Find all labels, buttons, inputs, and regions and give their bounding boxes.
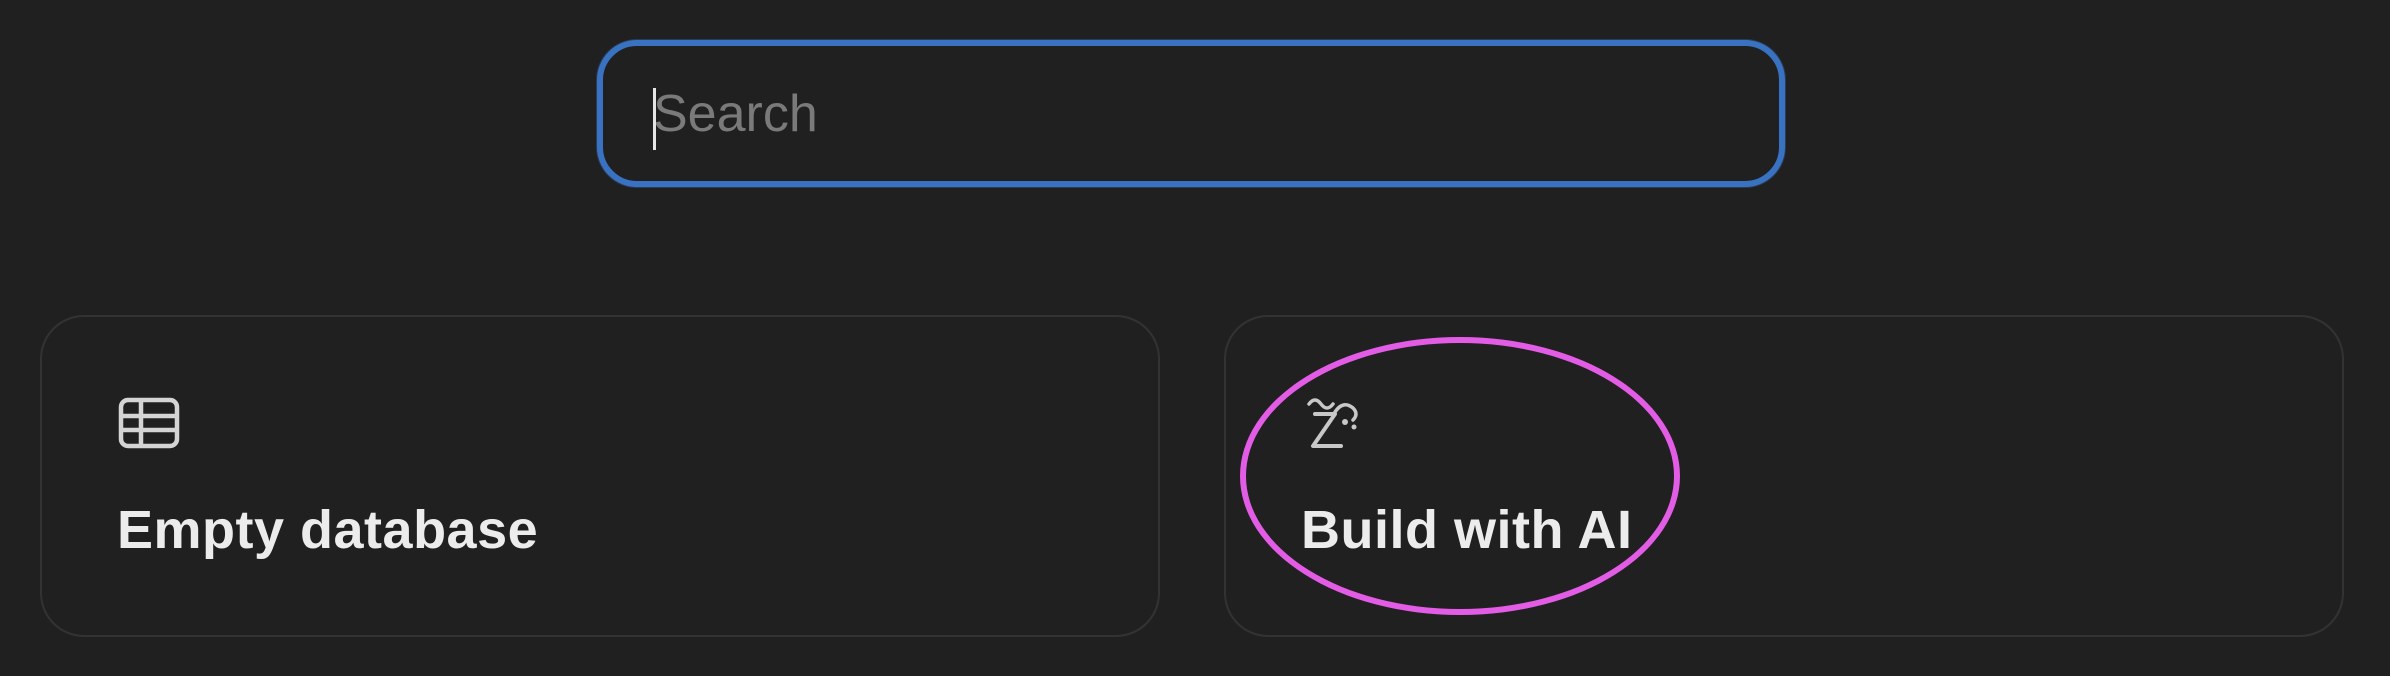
empty-database-label: Empty database xyxy=(117,500,539,560)
build-with-ai-option[interactable]: Build with AI xyxy=(1224,315,2344,637)
text-caret xyxy=(653,88,656,150)
search-input[interactable] xyxy=(653,46,1733,181)
ai-sparkle-icon xyxy=(1301,392,1365,456)
empty-database-option[interactable]: Empty database xyxy=(40,315,1160,637)
build-with-ai-label: Build with AI xyxy=(1301,500,1633,560)
search-box[interactable] xyxy=(597,40,1785,187)
table-icon xyxy=(117,392,181,456)
new-database-picker: Empty database Build with AI xyxy=(0,0,2390,676)
